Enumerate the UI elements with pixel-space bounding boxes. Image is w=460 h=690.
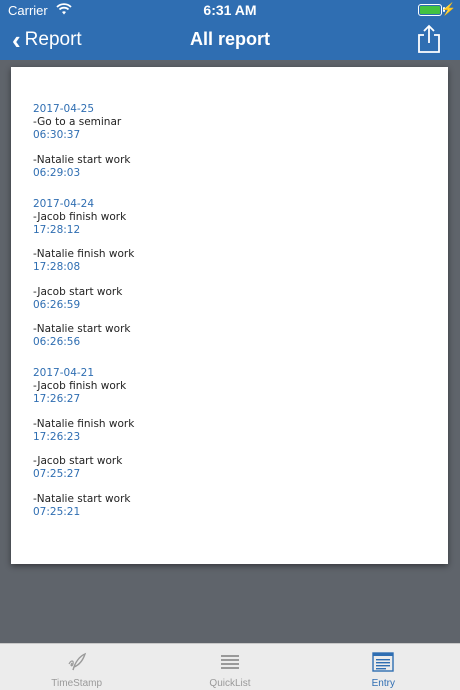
list-icon xyxy=(218,652,242,672)
report-entry: -Jacob finish work 17:26:27 xyxy=(33,380,134,406)
entry-text: -Natalie start work xyxy=(33,492,131,505)
report-entry: -Jacob start work 07:25:27 xyxy=(33,455,134,481)
entry-date: 2017-04-21 xyxy=(33,367,95,379)
report-entry: -Natalie start work 07:25:21 xyxy=(33,493,134,519)
date-group: 2017-04-24 -Jacob finish work 17:28:12 -Nat… xyxy=(33,198,134,350)
entry-text: -Natalie finish work xyxy=(33,417,135,430)
navigation-bar: ‹ Report All report xyxy=(0,20,460,60)
entry-time: 06:26:59 xyxy=(33,298,81,311)
chevron-left-icon: ‹ xyxy=(12,25,21,55)
quill-icon xyxy=(65,652,89,672)
entry-date: 2017-04-24 xyxy=(33,197,95,210)
report-page: 2017-04-25 -Go to a seminar 06:30:37 -Natal… xyxy=(11,67,448,564)
tab-bar: TimeStamp QuickList Entry xyxy=(0,643,460,690)
entry-text: -Jacob start work xyxy=(33,455,123,467)
report-entry: -Natalie finish work 17:26:23 xyxy=(33,418,134,444)
tab-timestamp[interactable]: TimeStamp xyxy=(0,644,153,690)
document-icon xyxy=(371,652,395,672)
entry-time: 06:26:56 xyxy=(33,336,81,348)
date-group: 2017-04-21 -Jacob finish work 17:26:27 -Nat… xyxy=(33,367,134,519)
entry-text: -Go to a seminar xyxy=(33,116,122,128)
battery-icon xyxy=(418,4,442,16)
entry-time: 17:26:23 xyxy=(33,430,81,443)
report-entry: -Natalie start work 06:26:56 xyxy=(33,323,134,349)
share-icon xyxy=(418,24,440,53)
back-button[interactable]: ‹ Report xyxy=(12,26,82,54)
status-bar: Carrier 6:31 AM ⚡ xyxy=(0,0,460,20)
entry-date: 2017-04-25 xyxy=(33,103,95,115)
entry-text: -Jacob finish work xyxy=(33,380,127,392)
entry-time: 17:28:08 xyxy=(33,261,81,273)
tab-entry[interactable]: Entry xyxy=(307,644,460,690)
date-group: 2017-04-25 -Go to a seminar 06:30:37 -Natal… xyxy=(33,103,134,180)
report-entries: 2017-04-25 -Go to a seminar 06:30:37 -Natal… xyxy=(33,103,134,537)
report-entry: -Natalie finish work 17:28:08 xyxy=(33,248,134,274)
entry-text: -Jacob start work xyxy=(33,285,123,298)
entry-time: 07:25:27 xyxy=(33,468,81,480)
back-label: Report xyxy=(24,29,82,50)
share-button[interactable] xyxy=(416,24,442,54)
tab-label: QuickList xyxy=(209,678,251,689)
report-entry: -Jacob finish work 17:28:12 xyxy=(33,211,134,237)
entry-time: 17:28:12 xyxy=(33,223,81,236)
tab-quicklist[interactable]: QuickList xyxy=(153,644,306,690)
charging-icon: ⚡ xyxy=(441,2,456,16)
report-entry: -Jacob start work 06:26:59 xyxy=(33,286,134,312)
entry-time: 06:30:37 xyxy=(33,129,81,141)
entry-time: 17:26:27 xyxy=(33,393,81,405)
status-time: 6:31 AM xyxy=(203,2,257,18)
tab-label: TimeStamp xyxy=(51,678,103,689)
entry-time: 07:25:21 xyxy=(33,505,81,518)
report-entry: -Go to a seminar 06:30:37 xyxy=(33,116,134,142)
entry-time: 06:29:03 xyxy=(33,166,81,179)
report-entry: -Natalie start work 06:29:03 xyxy=(33,154,134,180)
entry-text: -Natalie start work xyxy=(33,153,131,166)
entry-text: -Natalie finish work xyxy=(33,248,135,260)
entry-text: -Jacob finish work xyxy=(33,210,127,223)
tab-label: Entry xyxy=(371,678,395,689)
entry-text: -Natalie start work xyxy=(33,323,131,335)
